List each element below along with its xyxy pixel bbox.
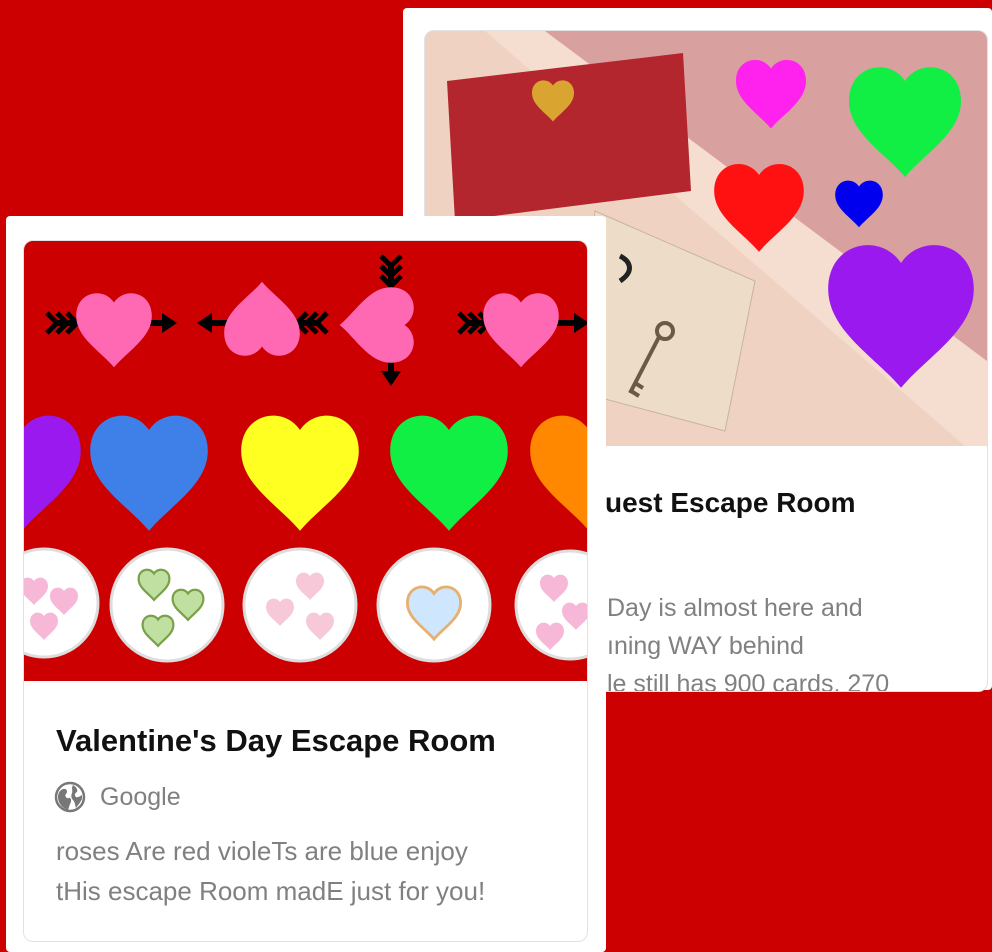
card-description: Day is almost here and ıning WAY behind …	[607, 589, 890, 692]
card-title: uest Escape Room	[605, 487, 856, 518]
card-source[interactable]: Google	[54, 781, 181, 813]
description-line: tHis escape Room madE just for you!	[56, 876, 486, 906]
source-label: Google	[100, 782, 181, 811]
cookie-plate-icon	[376, 547, 492, 663]
card-description: roses Are red violeTs are blue enjoy tHi…	[56, 831, 485, 911]
description-line: Day is almost here and	[607, 594, 863, 622]
globe-icon	[54, 781, 86, 813]
background-block	[606, 704, 992, 952]
description-line: roses Are red violeTs are blue enjoy	[56, 836, 468, 866]
escape-room-card-front[interactable]: Valentine's Day Escape Room Google roses…	[23, 240, 588, 942]
card-title: Valentine's Day Escape Room	[56, 723, 496, 758]
cookie-plate-icon	[109, 547, 225, 663]
description-line: ıning WAY behind	[607, 632, 804, 660]
description-line: le still has 900 cards, 270	[607, 670, 890, 692]
front-card-image	[24, 241, 587, 681]
cookie-plate-icon	[242, 547, 358, 663]
